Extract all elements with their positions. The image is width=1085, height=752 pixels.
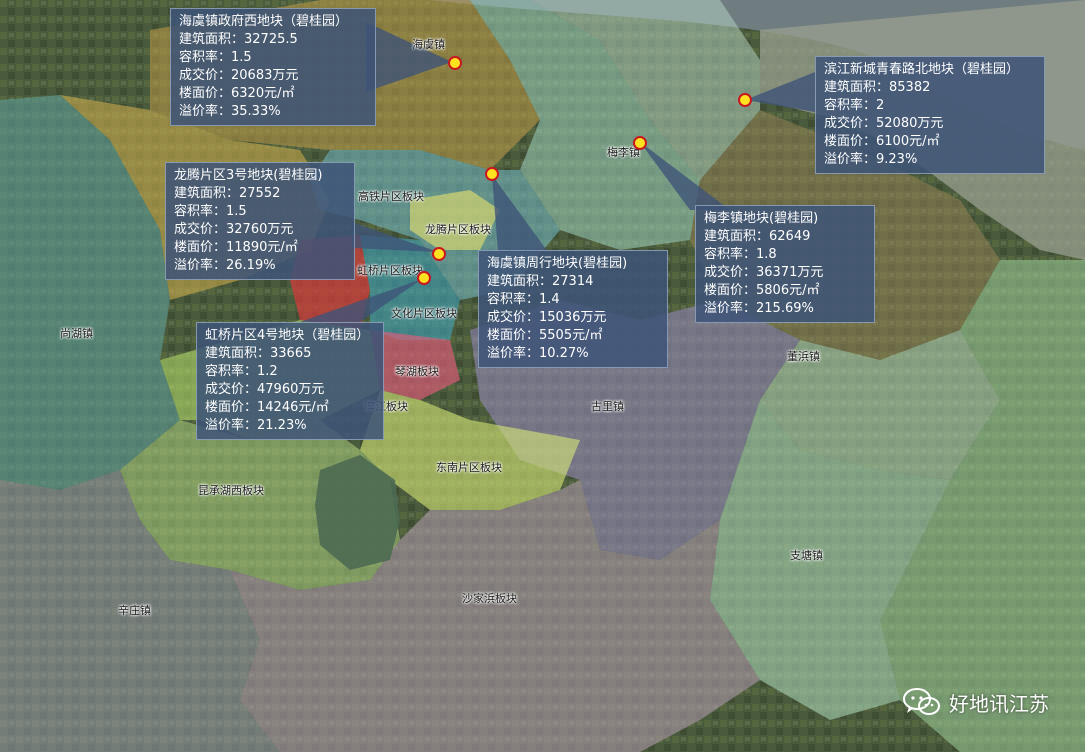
parcel-far: 容积率：1.2 [205,364,278,379]
parcel-area: 建筑面积：32725.5 [179,32,298,47]
parcel-far: 容积率：1.8 [704,247,777,262]
region-label-zhitang: 支塘镇 [790,549,823,562]
region-label-hongqiao: 虹桥片区板块 [357,264,423,277]
parcel-far: 容积率：2 [824,98,885,113]
parcel-area: 建筑面积：85382 [824,80,931,95]
parcel-name: 海虞镇周行地块(碧桂园) [487,256,628,271]
parcel-price: 成交价：20683万元 [179,68,299,83]
parcel-unit-price: 楼面价：14246元/㎡ [205,400,329,415]
region-label-qinhu: 琴湖板块 [395,365,439,378]
region-label-kunchenghu: 昆承湖西板块 [198,484,264,497]
parcel-name: 海虞镇政府西地块（碧桂园） [179,14,349,29]
region-label-dongnan: 东南片区板块 [436,461,502,474]
parcel-premium: 溢价率：10.27% [487,346,589,361]
parcel-premium: 溢价率：35.33% [179,104,281,119]
wechat-icon [903,688,940,715]
parcel-name: 虹桥片区4号地块（碧桂园） [205,328,370,343]
parcel-far: 容积率：1.4 [487,292,560,307]
parcel-marker[interactable] [432,247,446,261]
parcel-price: 成交价：47960万元 [205,382,325,397]
parcel-marker[interactable] [633,136,647,150]
region-label-shanghu: 尚湖镇 [60,327,93,340]
region-label-guli: 古里镇 [591,400,624,413]
parcel-marker[interactable] [417,271,431,285]
region-label-gaotie: 高铁片区板块 [358,190,424,203]
parcel-premium: 溢价率：21.23% [205,418,307,433]
parcel-marker[interactable] [448,56,462,70]
parcel-area: 建筑面积：33665 [205,346,312,361]
parcel-unit-price: 楼面价：6100元/㎡ [824,134,940,149]
parcel-price: 成交价：15036万元 [487,310,607,325]
parcel-unit-price: 楼面价：11890元/㎡ [174,240,298,255]
parcel-callout-meili[interactable]: 梅李镇地块(碧桂园) 建筑面积：62649 容积率：1.8 成交价：36371万… [695,205,875,323]
parcel-callout-haiyu-west[interactable]: 海虞镇政府西地块（碧桂园） 建筑面积：32725.5 容积率：1.5 成交价：2… [170,8,376,126]
parcel-callout-binjiang[interactable]: 滨江新城青春路北地块（碧桂园） 建筑面积：85382 容积率：2 成交价：520… [815,56,1045,174]
parcel-far: 容积率：1.5 [174,204,247,219]
region-label-dongbang: 董浜镇 [787,350,820,363]
map-canvas[interactable]: 海虞镇 梅李镇 龙腾片区板块 高铁片区板块 虹桥片区板块 文化片区板块 琴湖板块… [0,0,1085,752]
region-label-xinzhuang: 辛庄镇 [118,604,151,617]
watermark: 好地讯江苏 [903,687,1049,717]
region-label-wenhua: 文化片区板块 [391,307,457,320]
parcel-name: 滨江新城青春路北地块（碧桂园） [824,62,1020,77]
watermark-text: 好地讯江苏 [949,691,1049,716]
parcel-marker[interactable] [738,93,752,107]
parcel-price: 成交价：52080万元 [824,116,944,131]
parcel-unit-price: 楼面价：6320元/㎡ [179,86,295,101]
region-label-longteng: 龙腾片区板块 [425,223,491,236]
parcel-marker[interactable] [485,167,499,181]
parcel-name: 龙腾片区3号地块(碧桂园) [174,168,323,183]
region-label-shajiabang: 沙家浜板块 [462,592,517,605]
parcel-unit-price: 楼面价：5806元/㎡ [704,283,820,298]
parcel-price: 成交价：32760万元 [174,222,294,237]
region-label-haiyu: 海虞镇 [412,38,445,51]
parcel-callout-longteng[interactable]: 龙腾片区3号地块(碧桂园) 建筑面积：27552 容积率：1.5 成交价：327… [165,162,355,280]
parcel-price: 成交价：36371万元 [704,265,824,280]
parcel-name: 梅李镇地块(碧桂园) [704,211,819,226]
parcel-premium: 溢价率：26.19% [174,258,276,273]
parcel-area: 建筑面积：27314 [487,274,594,289]
parcel-callout-zhouxing[interactable]: 海虞镇周行地块(碧桂园) 建筑面积：27314 容积率：1.4 成交价：1503… [478,250,668,368]
parcel-premium: 溢价率：9.23% [824,152,918,167]
parcel-area: 建筑面积：27552 [174,186,281,201]
parcel-unit-price: 楼面价：5505元/㎡ [487,328,603,343]
parcel-premium: 溢价率：215.69% [704,301,814,316]
parcel-area: 建筑面积：62649 [704,229,811,244]
parcel-callout-hongqiao[interactable]: 虹桥片区4号地块（碧桂园） 建筑面积：33665 容积率：1.2 成交价：479… [196,322,384,440]
parcel-far: 容积率：1.5 [179,50,252,65]
